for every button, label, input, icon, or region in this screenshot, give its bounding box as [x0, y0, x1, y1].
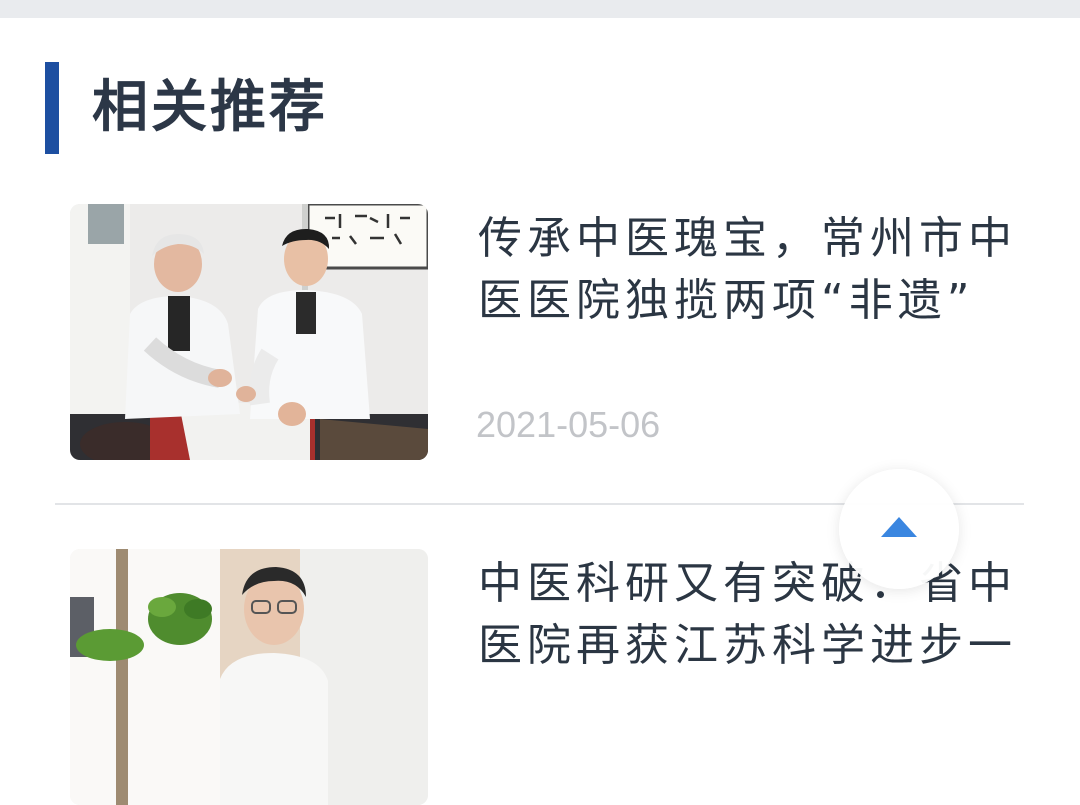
- top-bar-strip: [0, 0, 1080, 18]
- section-accent-bar: [45, 62, 59, 154]
- article-title[interactable]: 传承中医瑰宝，常州市中医医院独揽两项“非遗”: [478, 208, 1048, 332]
- article-date: 2021-05-06: [476, 404, 661, 445]
- article-thumbnail[interactable]: [70, 549, 428, 805]
- article-thumbnail[interactable]: [70, 204, 428, 460]
- article-card[interactable]: 传承中医瑰宝，常州市中医医院独揽两项“非遗” 2021-05-06: [0, 204, 1080, 504]
- article-title[interactable]: 中医科研又有突破．省中医院再获江苏科学进步一: [478, 553, 1048, 677]
- section-title: 相关推荐: [92, 75, 328, 140]
- section-header: 相关推荐: [45, 62, 328, 154]
- doctors-photo-icon: [70, 204, 428, 460]
- back-to-top-button[interactable]: [839, 469, 959, 589]
- doctor-portrait-photo-icon: [70, 549, 428, 805]
- arrow-up-triangle-icon: [881, 517, 917, 537]
